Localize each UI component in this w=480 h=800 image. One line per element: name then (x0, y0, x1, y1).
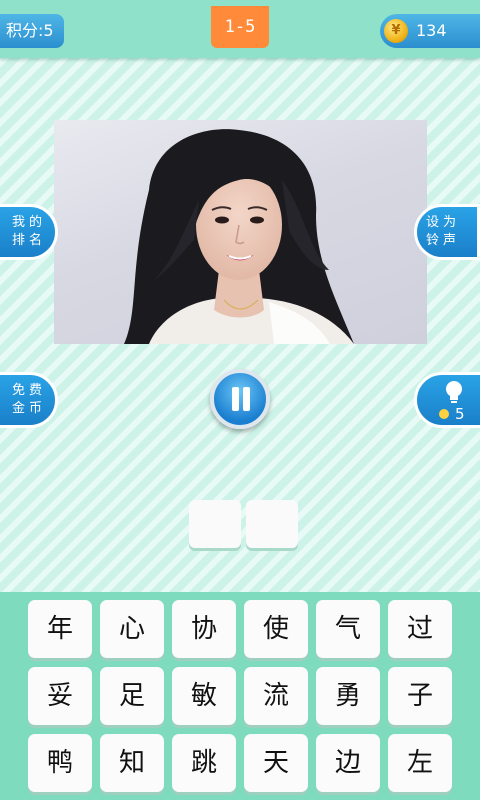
hint-button[interactable]: 5 (414, 372, 480, 428)
char-key[interactable]: 年 (28, 600, 92, 658)
char-key[interactable]: 足 (100, 667, 164, 725)
my-rank-label-line2: 排名 (11, 233, 46, 248)
char-key[interactable]: 子 (388, 667, 452, 725)
character-keyboard: 年 心 协 使 气 过 妥 足 敏 流 勇 子 鸭 知 跳 天 边 左 (0, 592, 480, 800)
set-ringtone-label-line2: 铃声 (425, 233, 460, 248)
score-display: 积分:5 (0, 14, 64, 48)
lightbulb-icon (446, 381, 462, 403)
coin-display[interactable]: ¥ 134 (380, 14, 480, 48)
hint-coin-icon (439, 409, 449, 419)
set-ringtone-label-line1: 设为 (425, 215, 460, 230)
pause-icon-bar-left (232, 387, 239, 411)
question-photo (54, 120, 427, 344)
char-key[interactable]: 鸭 (28, 734, 92, 792)
char-key[interactable]: 妥 (28, 667, 92, 725)
coin-icon: ¥ (384, 19, 408, 43)
char-key[interactable]: 使 (244, 600, 308, 658)
my-rank-button[interactable]: 我的 排名 (0, 204, 58, 260)
coin-count: 134 (416, 21, 447, 40)
pause-button[interactable] (210, 369, 270, 429)
level-label: 1-5 (224, 17, 256, 37)
top-bar: 积分:5 1-5 ¥ 134 (0, 0, 480, 58)
pause-icon-bar-right (243, 387, 250, 411)
hint-count: 5 (455, 405, 465, 423)
char-key[interactable]: 协 (172, 600, 236, 658)
char-key[interactable]: 边 (316, 734, 380, 792)
char-key[interactable]: 跳 (172, 734, 236, 792)
char-key[interactable]: 左 (388, 734, 452, 792)
portrait-image (124, 129, 354, 344)
set-ringtone-button[interactable]: 设为 铃声 (414, 204, 480, 260)
my-rank-label-line1: 我的 (11, 215, 46, 230)
answer-slot[interactable] (246, 500, 298, 548)
char-key[interactable]: 天 (244, 734, 308, 792)
free-coins-label-line2: 金币 (11, 401, 46, 416)
answer-slot[interactable] (189, 500, 241, 548)
char-key[interactable]: 流 (244, 667, 308, 725)
char-key[interactable]: 心 (100, 600, 164, 658)
char-key[interactable]: 敏 (172, 667, 236, 725)
free-coins-label-line1: 免费 (11, 383, 46, 398)
char-key[interactable]: 勇 (316, 667, 380, 725)
char-key[interactable]: 气 (316, 600, 380, 658)
char-key[interactable]: 知 (100, 734, 164, 792)
score-label: 积分:5 (6, 21, 54, 40)
free-coins-button[interactable]: 免费 金币 (0, 372, 58, 428)
char-key[interactable]: 过 (388, 600, 452, 658)
level-indicator: 1-5 (211, 6, 269, 48)
